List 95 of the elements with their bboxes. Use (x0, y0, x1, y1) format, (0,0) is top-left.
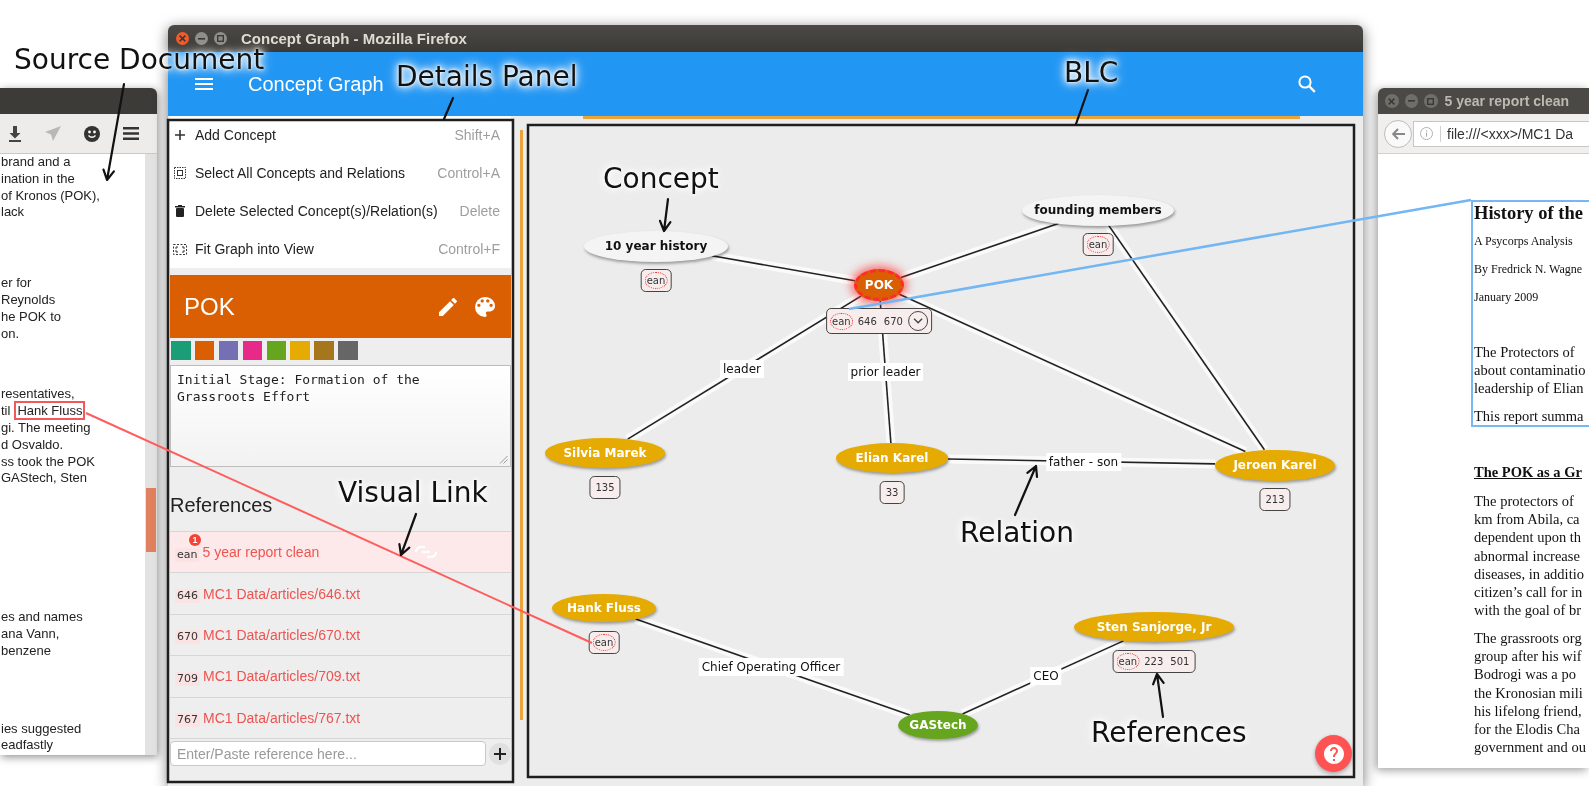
help-icon (1323, 743, 1344, 764)
shortcut-text: Control+A (437, 165, 500, 181)
info-icon[interactable] (1420, 127, 1433, 140)
swatch-icon[interactable] (218, 341, 239, 360)
close-button[interactable] (1385, 94, 1399, 108)
swatch-icon[interactable] (338, 341, 358, 360)
pencil-icon[interactable] (439, 297, 457, 316)
annotation-arrow (398, 512, 418, 557)
maximize-button[interactable] (1424, 94, 1438, 108)
reference-tag[interactable]: 135 (593, 479, 617, 496)
minimize-button[interactable] (1404, 94, 1418, 108)
shortcut-text: Control+F (438, 241, 500, 257)
section-heading: The POK as a Gr (1474, 463, 1583, 481)
relation-label: leader (720, 360, 764, 378)
reference-input[interactable]: Enter/Paste reference here... (170, 741, 486, 767)
window-title: Concept Graph - Mozilla Firefox (241, 31, 467, 46)
maximize-icon (1427, 97, 1435, 105)
count-badge: 1 (189, 534, 201, 546)
relation-label: prior leader (847, 362, 924, 381)
reference-tag[interactable]: 223 (1142, 653, 1166, 670)
byline-text: January 2009 (1474, 290, 1540, 304)
annotation-label: Concept (603, 166, 719, 192)
back-arrow-icon (1391, 127, 1405, 140)
concept-node[interactable]: 10 year history (584, 230, 728, 262)
window-title: 5 year report clean (1444, 93, 1569, 109)
reference-tag: 670 (175, 630, 200, 645)
concept-node[interactable]: founding members (1022, 194, 1174, 226)
reference-tag[interactable]: 501 (1168, 653, 1192, 670)
fit-view-icon (173, 243, 187, 255)
concept-node[interactable]: POK (854, 269, 904, 301)
relation-label: Chief Operating Officer (698, 657, 844, 676)
reference-tag[interactable]: 670 (881, 312, 905, 330)
relation-label: CEO (1030, 667, 1062, 685)
paragraph-text: brand and a ination in the of Kronos (POK), lack (0, 154, 101, 222)
maximize-icon (217, 35, 224, 42)
back-button[interactable] (1384, 119, 1412, 148)
annotation-label: Visual Link (338, 480, 488, 506)
paper-plane-icon[interactable] (45, 126, 61, 141)
reference-tag[interactable]: 33 (883, 484, 901, 501)
description-field[interactable]: Initial Stage: Formation of the Grassroots Effort (170, 365, 511, 467)
concept-title: POK (184, 292, 236, 321)
smiley-icon[interactable] (84, 125, 100, 142)
reference-tag: 646 (175, 589, 200, 604)
byline-text: By Fredrick N. Wagne (1474, 262, 1584, 276)
close-icon (1388, 97, 1396, 105)
swatch-icon[interactable] (290, 341, 311, 360)
paragraph-text: es and names ana Vann, benzene (0, 609, 84, 660)
swatch-icon[interactable] (266, 341, 287, 360)
plus-icon (175, 130, 185, 140)
resize-grip-icon[interactable] (499, 455, 508, 464)
reference-tag: ean (175, 547, 200, 562)
select-all-icon (174, 167, 186, 179)
reference-item[interactable]: ean 1 5 year report clean (170, 532, 511, 574)
trash-icon (175, 205, 185, 217)
document-heading: History of the (1474, 202, 1584, 224)
chevron-down-icon (912, 318, 923, 324)
paragraph-text: er for Reynolds he POK to on. (0, 275, 62, 343)
annotation-label: Details Panel (396, 64, 578, 90)
swatch-icon[interactable] (242, 341, 263, 360)
paragraph-text: The protectors of km from Abila, ca dependent upon th abnormal increase diseases, in additio citizen’s call for in with the goal of br (1474, 492, 1585, 620)
help-button[interactable] (1315, 735, 1352, 772)
reference-tag: 709 (175, 671, 200, 686)
menu-icon[interactable] (123, 127, 139, 140)
paragraph-text: resentatives, til Hank Fluss gi. The meeting d Osvaldo. ss took the POK GAStech, Sten (0, 386, 96, 488)
download-icon[interactable] (8, 125, 22, 142)
reference-tag: 767 (175, 713, 200, 728)
swatch-icon[interactable] (194, 341, 215, 360)
paragraph-text: The Protectors of about contaminatio leadership of Elian (1474, 343, 1587, 397)
reference-tag[interactable]: 646 (855, 312, 879, 330)
plus-icon (494, 747, 506, 760)
add-reference-button[interactable] (489, 742, 511, 765)
annotation-label: BLC (1064, 60, 1119, 86)
highlighted-text: Hank Fluss (14, 401, 86, 421)
annotation-label: References (1091, 720, 1247, 746)
reference-tag[interactable]: 213 (1263, 491, 1287, 508)
swatch-icon[interactable] (171, 341, 191, 360)
search-icon[interactable] (1298, 75, 1316, 93)
shortcut-text: Shift+A (454, 127, 500, 143)
paragraph-text: This report summa (1474, 407, 1585, 425)
shortcut-text: Delete (459, 203, 500, 219)
palette-icon[interactable] (475, 296, 495, 317)
relation-label: father - son (1045, 452, 1122, 471)
scrollbar[interactable] (145, 154, 157, 755)
minimize-icon (198, 37, 205, 40)
section-heading: References (170, 493, 273, 517)
url-field[interactable]: file:///<xxx>/MC1 Da (1413, 120, 1589, 147)
paragraph-text: The grassroots org group after his wif Bodrogi was a po the Kronosian mili his lifelong friend, for the Elodis Cha government and ou (1474, 629, 1587, 757)
scrollbar-thumb[interactable] (146, 488, 156, 552)
swatch-icon[interactable] (314, 341, 334, 360)
annotation-label: Relation (960, 520, 1074, 546)
close-icon (179, 35, 186, 42)
minimize-icon (1407, 100, 1415, 102)
byline-text: A Psycorps Analysis (1474, 234, 1574, 248)
paragraph-text: ies suggested eadfastly (0, 720, 83, 755)
annotation-arrow (1013, 464, 1039, 517)
